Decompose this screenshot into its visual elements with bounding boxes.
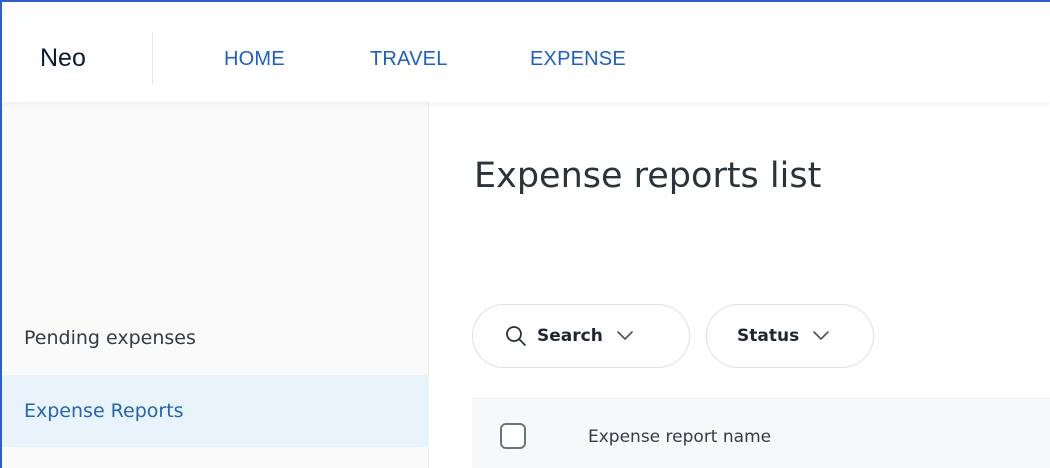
app-window: Neo HOME TRAVEL EXPENSE Pending expenses… — [0, 0, 1050, 468]
table-header: Expense report name — [472, 398, 1050, 468]
sidebar: Pending expenses Expense Reports — [2, 102, 429, 468]
chevron-down-icon — [617, 331, 633, 340]
select-all-checkbox[interactable] — [500, 423, 526, 449]
nav-expense-link[interactable]: EXPENSE — [530, 48, 626, 71]
status-filter-button[interactable]: Status — [706, 304, 874, 368]
top-nav-bar: Neo HOME TRAVEL EXPENSE — [2, 2, 1050, 102]
sidebar-item-label: Pending expenses — [24, 327, 196, 349]
nav-travel-link[interactable]: TRAVEL — [370, 48, 448, 71]
main-content: Expense reports list Search Status Expen… — [430, 102, 1050, 468]
nav-home-link[interactable]: HOME — [224, 48, 285, 71]
page-title: Expense reports list — [474, 156, 822, 196]
nav-divider — [152, 32, 153, 84]
sidebar-item-pending-expenses[interactable]: Pending expenses — [2, 302, 429, 374]
search-filter-label: Search — [537, 326, 603, 346]
sidebar-item-expense-reports[interactable]: Expense Reports — [2, 375, 429, 447]
column-header-expense-report-name[interactable]: Expense report name — [588, 427, 771, 447]
search-icon — [506, 326, 526, 346]
brand-logo[interactable]: Neo — [40, 44, 86, 73]
status-filter-label: Status — [737, 326, 800, 346]
sidebar-item-label: Expense Reports — [24, 400, 184, 422]
search-filter-button[interactable]: Search — [472, 304, 690, 368]
chevron-down-icon — [813, 331, 830, 340]
